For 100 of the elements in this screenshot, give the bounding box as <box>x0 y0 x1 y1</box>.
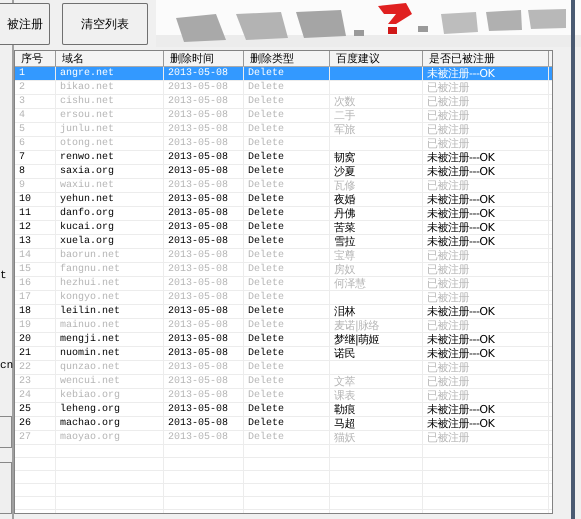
table-cell: Delete <box>248 418 284 429</box>
table-cell: 2013-05-08 <box>168 166 228 177</box>
table-cell: Delete <box>248 292 284 303</box>
table-cell: 2013-05-08 <box>168 222 228 233</box>
table-cell: 已被注册 <box>427 123 469 136</box>
table-cell: 未被注册---OK <box>427 235 494 248</box>
table-row[interactable]: 11 danfo.org 2013-05-08 Delete 丹佛 未被注册---OK <box>15 207 552 221</box>
table-cell: 4 <box>19 110 26 121</box>
table-cell: bikao.net <box>60 82 114 93</box>
table-cell: 苦菜 <box>334 221 355 234</box>
table-cell: 未被注册---OK <box>427 165 494 178</box>
table-cell: 未被注册---OK <box>427 305 494 318</box>
table-cell: Delete <box>248 68 284 79</box>
table-cell: 19 <box>19 320 32 331</box>
table-cell: 未被注册---OK <box>427 207 494 220</box>
table-cell: angre.net <box>60 68 114 79</box>
table-row[interactable]: 7 renwo.net 2013-05-08 Delete 韧窝 未被注册---OK <box>15 151 552 165</box>
table-row[interactable]: 26 machao.org 2013-05-08 Delete 马超 未被注册---OK <box>15 417 552 431</box>
table-cell: 24 <box>19 390 32 401</box>
table-cell: 已被注册 <box>427 319 469 332</box>
column-header[interactable]: 是否已被注册 <box>423 51 549 66</box>
table-cell: Delete <box>248 82 284 93</box>
toolbar-button[interactable]: 被注册 <box>0 3 50 45</box>
table-row[interactable]: 25 leheng.org 2013-05-08 Delete 勒痕 未被注册---OK <box>15 403 552 417</box>
table-row[interactable]: 13 xuela.org 2013-05-08 Delete 雪拉 未被注册---OK <box>15 235 552 249</box>
table-cell: xuela.org <box>60 236 114 247</box>
table-cell: Delete <box>248 110 284 121</box>
table-cell: mainuo.net <box>60 320 120 331</box>
table-cell: 15 <box>19 264 32 275</box>
table-cell: 9 <box>19 180 26 191</box>
side-button[interactable] <box>0 462 12 514</box>
table-cell: Delete <box>248 222 284 233</box>
table-cell: leilin.net <box>60 306 120 317</box>
table-cell: Delete <box>248 166 284 177</box>
table-cell: 8 <box>19 166 26 177</box>
table-row[interactable]: 8 saxia.org 2013-05-08 Delete 沙夏 未被注册---OK <box>15 165 552 179</box>
table-cell: 诺民 <box>334 347 355 360</box>
column-header[interactable]: 序号 <box>15 51 56 66</box>
table-cell: 未被注册---OK <box>427 417 494 430</box>
table-cell: otong.net <box>60 138 114 149</box>
table-cell: mengji.net <box>60 334 120 345</box>
column-header[interactable]: 域名 <box>56 51 164 66</box>
table-cell: Delete <box>248 236 284 247</box>
table-cell: 丹佛 <box>334 207 355 220</box>
column-header[interactable]: 百度建议 <box>330 51 423 66</box>
table-cell: Delete <box>248 432 284 443</box>
table-row[interactable]: 10 yehun.net 2013-05-08 Delete 夜婚 未被注册---OK <box>15 193 552 207</box>
side-button[interactable] <box>0 416 12 448</box>
table-row[interactable]: 18 leilin.net 2013-05-08 Delete 泪林 未被注册---OK <box>15 305 552 319</box>
table-cell: 21 <box>19 348 32 359</box>
table-cell: 已被注册 <box>427 361 469 374</box>
table-cell: Delete <box>248 124 284 135</box>
table-cell: 2013-05-08 <box>168 376 228 387</box>
table-row[interactable]: 12 kucai.org 2013-05-08 Delete 苦菜 未被注册---OK <box>15 221 552 235</box>
table-cell: 2013-05-08 <box>168 236 228 247</box>
table-cell: Delete <box>248 264 284 275</box>
table-cell: Delete <box>248 138 284 149</box>
table-cell: 16 <box>19 278 32 289</box>
table-row[interactable]: 20 mengji.net 2013-05-08 Delete 梦继|萌姬 未被注册---OK <box>15 333 552 347</box>
table-cell: 2013-05-08 <box>168 152 228 163</box>
toolbar-button[interactable]: 清空列表 <box>62 3 148 45</box>
table-cell: Delete <box>248 250 284 261</box>
column-header[interactable]: 删除时间 <box>164 51 244 66</box>
table-cell: 2013-05-08 <box>168 432 228 443</box>
table-cell: 2013-05-08 <box>168 82 228 93</box>
table-cell: 20 <box>19 334 32 345</box>
table-cell: 已被注册 <box>427 375 469 388</box>
table-cell: 1 <box>19 68 26 79</box>
table-cell: renwo.net <box>60 152 114 163</box>
table-cell: 雪拉 <box>334 235 355 248</box>
table-cell: 已被注册 <box>427 81 469 94</box>
table-cell: 5 <box>19 124 26 135</box>
table-cell: Delete <box>248 348 284 359</box>
table-cell: 未被注册---OK <box>427 67 494 80</box>
table-cell: 瓦修 <box>334 179 355 192</box>
table-cell: 未被注册---OK <box>427 403 494 416</box>
table-cell: 2013-05-08 <box>168 320 228 331</box>
table-cell: 2013-05-08 <box>168 264 228 275</box>
table-cell: Delete <box>248 194 284 205</box>
table-cell: 7 <box>19 152 26 163</box>
table-cell: qunzao.net <box>60 362 120 373</box>
table-cell: 房奴 <box>334 263 355 276</box>
table-cell: 2013-05-08 <box>168 68 228 79</box>
table-row[interactable]: 21 nuomin.net 2013-05-08 Delete 诺民 未被注册---OK <box>15 347 552 361</box>
table-cell: Delete <box>248 96 284 107</box>
table-cell: Delete <box>248 376 284 387</box>
table-cell: 军旅 <box>334 123 355 136</box>
table-cell: 13 <box>19 236 32 247</box>
table-cell: 夜婚 <box>334 193 355 206</box>
table-cell: 二手 <box>334 109 355 122</box>
table-cell: leheng.org <box>60 404 120 415</box>
table-cell: 2013-05-08 <box>168 278 228 289</box>
table-cell: Delete <box>248 404 284 415</box>
table-cell: 已被注册 <box>427 431 469 444</box>
table-cell: 10 <box>19 194 32 205</box>
table-cell: 已被注册 <box>427 109 469 122</box>
table-cell: ersou.net <box>60 110 114 121</box>
table-cell: 韧窝 <box>334 151 355 164</box>
table-cell: 23 <box>19 376 32 387</box>
column-header[interactable]: 删除类型 <box>244 51 330 66</box>
